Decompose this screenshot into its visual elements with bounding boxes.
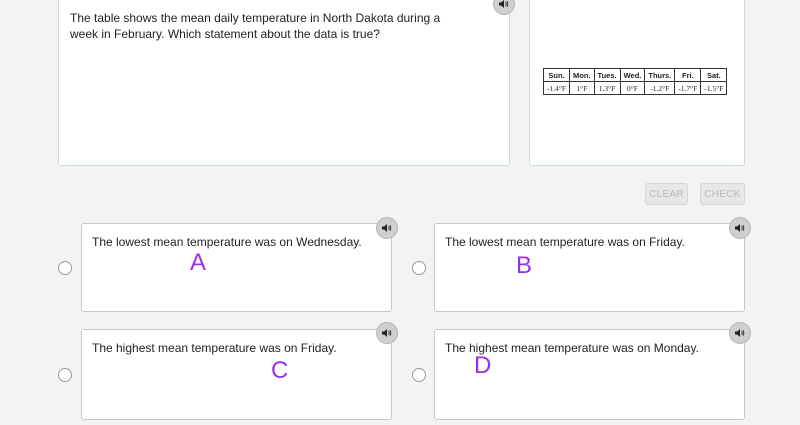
clear-button[interactable]: CLEAR [645, 183, 688, 205]
temperature-table: Sun. Mon. Tues. Wed. Thurs. Fri. Sat. -1… [542, 68, 728, 95]
table-cell: -1.7°F [674, 81, 702, 95]
table-header-cell: Wed. [619, 68, 646, 82]
table-row: -1.4°F 1°F 1.3°F 0°F -1.2°F -1.7°F -1.5°… [542, 81, 728, 95]
answer-b-letter: B [516, 252, 533, 279]
answer-c-text: The highest mean temperature was on Frid… [92, 341, 337, 355]
table-cell: 1°F [569, 81, 595, 95]
answer-d-box[interactable]: The highest mean temperature was on Mond… [434, 329, 745, 420]
answer-d-audio-button[interactable] [729, 322, 751, 344]
answer-d-letter: D [474, 352, 492, 379]
speaker-icon [499, 0, 509, 8]
table-cell: 1.3°F [593, 81, 621, 95]
table-header-cell: Sun. [542, 68, 571, 82]
question-text: The table shows the mean daily temperatu… [70, 11, 441, 41]
answer-c-radio[interactable] [58, 368, 72, 382]
answer-c-letter: C [271, 357, 289, 384]
table-header-cell: Tues. [593, 68, 621, 82]
answer-b-text: The lowest mean temperature was on Frida… [445, 235, 685, 249]
question-panel: The table shows the mean daily temperatu… [58, 0, 510, 166]
table-cell: -1.2°F [644, 81, 676, 95]
answer-b-radio[interactable] [412, 261, 426, 275]
answer-d-radio[interactable] [412, 368, 426, 382]
table-cell: 0°F [619, 81, 646, 95]
answer-a-audio-button[interactable] [376, 217, 398, 239]
table-header-cell: Thurs. [644, 68, 676, 82]
speaker-icon [382, 329, 392, 337]
answer-b-audio-button[interactable] [729, 217, 751, 239]
table-cell: -1.5°F [700, 81, 728, 95]
table-header-cell: Fri. [674, 68, 702, 82]
answer-c-box[interactable]: The highest mean temperature was on Frid… [81, 329, 392, 420]
table-header-row: Sun. Mon. Tues. Wed. Thurs. Fri. Sat. [542, 68, 728, 82]
table-header-cell: Sat. [700, 68, 728, 82]
answer-a-text: The lowest mean temperature was on Wedne… [92, 235, 362, 249]
answer-a-box[interactable]: The lowest mean temperature was on Wedne… [81, 223, 392, 312]
check-button[interactable]: CHECK [700, 183, 745, 205]
speaker-icon [735, 329, 745, 337]
answer-a-letter: A [190, 249, 207, 276]
answer-b-box[interactable]: The lowest mean temperature was on Frida… [434, 223, 745, 312]
answer-c-audio-button[interactable] [376, 322, 398, 344]
answer-a-radio[interactable] [58, 261, 72, 275]
table-panel: Sun. Mon. Tues. Wed. Thurs. Fri. Sat. -1… [529, 0, 745, 166]
speaker-icon [382, 224, 392, 232]
speaker-icon [735, 224, 745, 232]
table-cell: -1.4°F [542, 81, 571, 95]
table-header-cell: Mon. [569, 68, 595, 82]
